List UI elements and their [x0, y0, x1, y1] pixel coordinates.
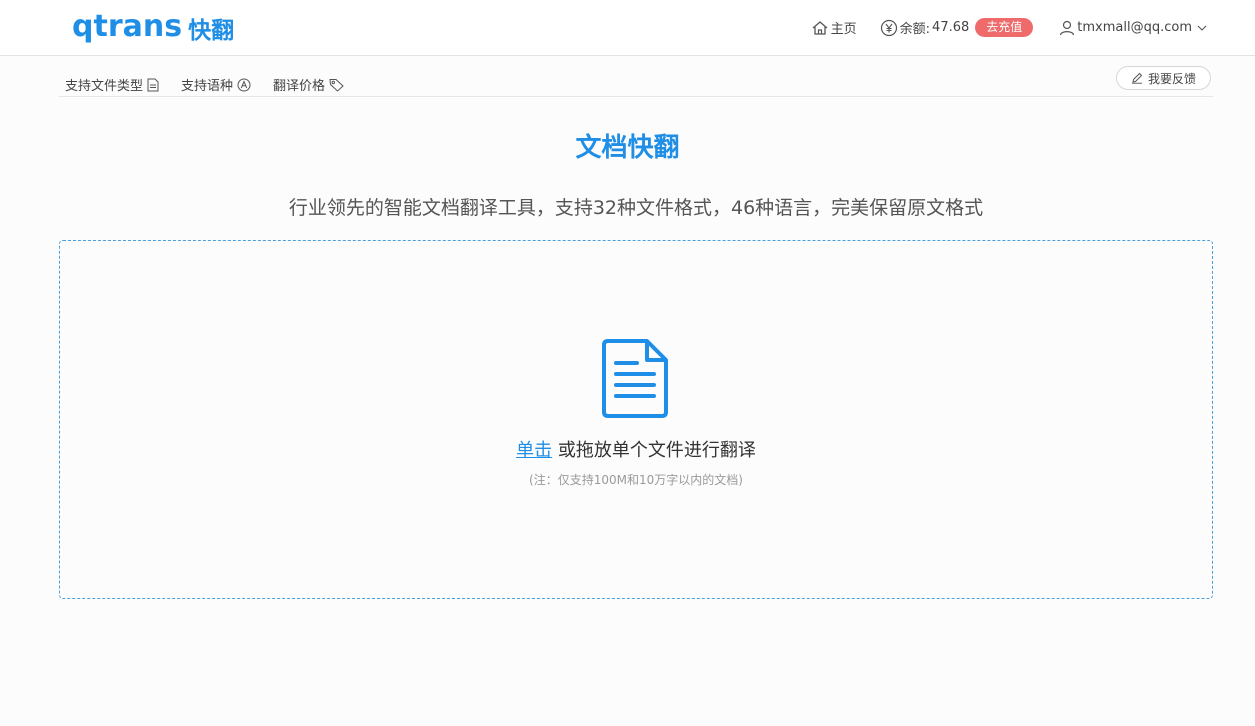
edit-icon: [1131, 72, 1143, 84]
click-upload-link[interactable]: 单击: [516, 440, 552, 461]
user-email: tmxmall@qq.com: [1077, 20, 1192, 35]
balance-label: 余额:: [899, 22, 931, 37]
logo-text: qtrans: [72, 8, 183, 44]
logo[interactable]: qtrans 快翻: [72, 6, 234, 46]
feedback-button[interactable]: 我要反馈: [1115, 66, 1211, 90]
recharge-button[interactable]: 去充值: [975, 18, 1034, 37]
home-link[interactable]: 主页: [811, 18, 857, 37]
feedback-label: 我要反馈: [1147, 71, 1196, 86]
user-icon: [1060, 20, 1075, 35]
header-nav: 主页 余额: 47.68 去充值 tmxmall@qq.com: [811, 0, 1209, 55]
letter-a-icon: [237, 78, 251, 91]
user-menu[interactable]: tmxmall@qq.com: [1059, 20, 1209, 36]
home-label: 主页: [830, 22, 857, 37]
page-title: 文档快翻: [575, 133, 680, 163]
logo-cn-text: 快翻: [188, 18, 235, 44]
subnav-item-languages[interactable]: 支持语种: [181, 75, 251, 94]
subnav-item-label: 翻译价格: [273, 79, 326, 94]
subnav-item-label: 支持文件类型: [65, 79, 144, 94]
file-drop-zone[interactable]: 单击 或拖放单个文件进行翻译 (注：仅支持100M和10万字以内的文档): [59, 240, 1213, 599]
balance-info: 余额: 47.68 去充值: [880, 18, 1034, 37]
upload-instruction: 单击 或拖放单个文件进行翻译: [60, 439, 1212, 463]
yen-icon: [880, 19, 897, 36]
chevron-down-icon: [1197, 25, 1207, 31]
subnav-item-label: 支持语种: [181, 79, 234, 94]
home-icon: [812, 20, 828, 35]
sub-navigation: 支持文件类型 支持语种 翻译价格 我要反馈: [59, 64, 1213, 97]
page-subtitle: 行业领先的智能文档翻译工具，支持32种文件格式，46种语言，完美保留原文格式: [288, 197, 984, 219]
file-icon: [147, 78, 159, 91]
document-icon: [602, 339, 668, 418]
tag-icon: [329, 78, 344, 92]
top-bar: qtrans 快翻 主页 余额: 47.68 去充值 tmxmall@qq.co…: [0, 0, 1255, 56]
balance-value: 47.68: [932, 20, 970, 35]
subnav-item-file-types[interactable]: 支持文件类型: [65, 75, 159, 94]
subnav-item-pricing[interactable]: 翻译价格: [273, 75, 344, 94]
upload-note: (注：仅支持100M和10万字以内的文档): [529, 473, 743, 487]
upload-instruction-text: 或拖放单个文件进行翻译: [552, 440, 756, 461]
